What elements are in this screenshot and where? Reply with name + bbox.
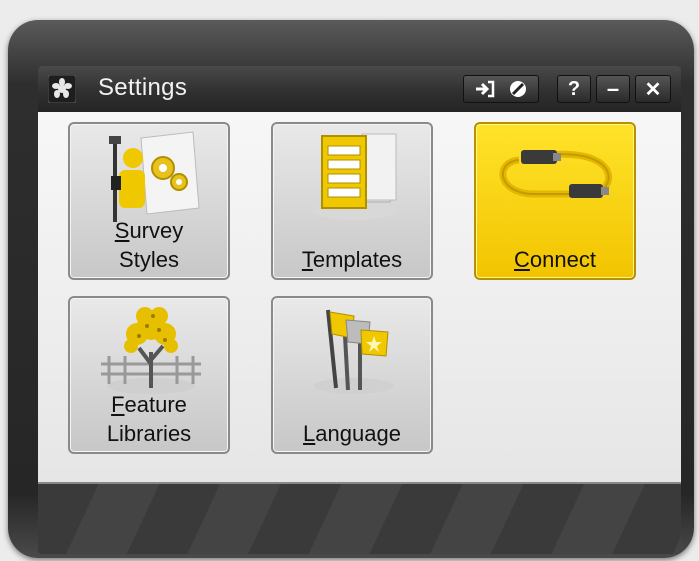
tile-label: Feature Libraries [106,392,192,446]
templates-icon [312,133,397,220]
tile-label: Survey Styles [114,218,184,272]
tile-feature-libraries[interactable]: Feature Libraries [68,296,230,454]
tile-survey-styles[interactable]: Survey Styles [68,122,230,280]
disable-icon[interactable] [507,78,529,100]
tile-language[interactable]: Language [271,296,433,454]
screen: Settings ? – ✕ Survey Styles Templates C… [38,66,681,554]
tile-connect[interactable]: Connect [474,122,636,280]
cable-icon [499,150,613,198]
window-title: Settings [98,74,188,101]
survey-styles-icon [109,131,200,222]
login-arrow-icon[interactable] [473,79,497,99]
tile-label: Connect [514,247,596,272]
tile-label: Language [303,421,401,446]
close-button[interactable]: ✕ [635,75,671,103]
tile-label: Templates [301,247,403,272]
tool-button-group [463,75,539,103]
help-button[interactable]: ? [557,75,591,103]
title-bar: Settings ? – ✕ [38,66,681,112]
tree-icon [101,307,201,394]
minimize-button[interactable]: – [596,75,630,103]
settings-grid: Survey Styles Templates Connect Feature … [38,112,681,482]
flags-icon [314,309,394,394]
soft-key-bar [38,482,681,554]
app-logo-icon[interactable] [48,75,76,103]
tile-templates[interactable]: Templates [271,122,433,280]
device-bezel: Settings ? – ✕ Survey Styles Templates C… [8,20,694,558]
